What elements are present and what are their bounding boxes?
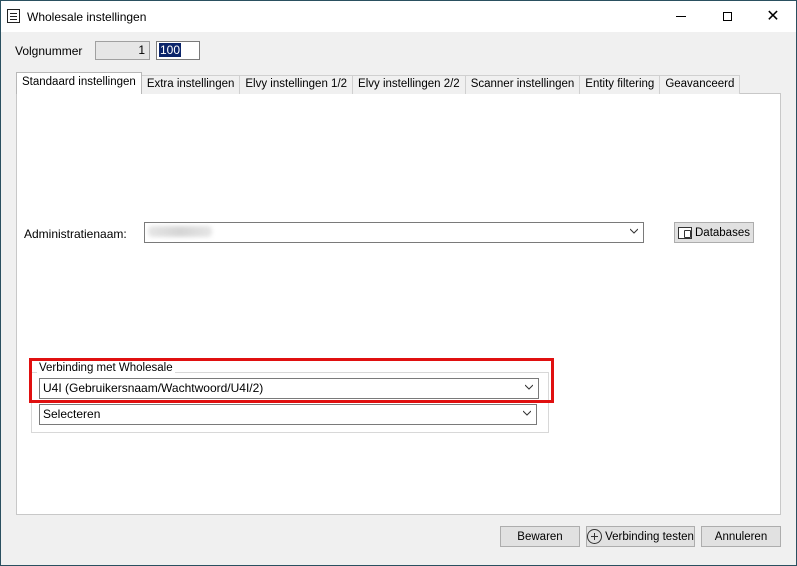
app-icon	[7, 9, 20, 23]
close-icon: ✕	[766, 7, 780, 25]
tab-strip: Standaard instellingen Extra instellinge…	[16, 72, 741, 94]
minimize-icon	[676, 16, 686, 17]
databases-button-label: Databases	[695, 226, 750, 239]
volgnummer-input-value: 100	[159, 43, 182, 57]
wholesale-settings-window: Wholesale instellingen ✕ Volgnummer 1 10…	[0, 0, 797, 566]
select-dropdown[interactable]: Selecteren	[39, 404, 537, 425]
volgnummer-input[interactable]: 100	[156, 41, 200, 60]
title-bar[interactable]: Wholesale instellingen ✕	[1, 1, 796, 32]
connection-type-value: U4I (Gebruikersnaam/Wachtwoord/U4I/2)	[43, 381, 264, 395]
redacted-value	[148, 226, 212, 237]
chevron-down-icon	[523, 410, 531, 416]
administratienaam-dropdown[interactable]	[144, 222, 644, 243]
tab-elvy-instellingen-2[interactable]: Elvy instellingen 2/2	[352, 75, 466, 94]
cancel-button[interactable]: Annuleren	[701, 526, 781, 547]
volgnummer-label: Volgnummer	[15, 44, 83, 58]
chevron-down-icon	[630, 228, 638, 234]
connection-type-dropdown[interactable]: U4I (Gebruikersnaam/Wachtwoord/U4I/2)	[39, 378, 539, 399]
select-dropdown-value: Selecteren	[43, 407, 101, 421]
tab-standaard-instellingen[interactable]: Standaard instellingen	[16, 72, 142, 94]
tab-extra-instellingen[interactable]: Extra instellingen	[140, 75, 241, 94]
administratienaam-label: Administratienaam:	[24, 227, 127, 241]
maximize-button[interactable]	[704, 1, 750, 32]
close-button[interactable]: ✕	[750, 1, 796, 32]
add-circle-icon	[587, 529, 603, 544]
window-title: Wholesale instellingen	[27, 10, 147, 24]
maximize-icon	[722, 12, 732, 21]
database-icon	[678, 226, 692, 239]
verbinding-group-title: Verbinding met Wholesale	[37, 362, 175, 374]
test-connection-button[interactable]: Verbinding testen	[586, 526, 695, 547]
minimize-button[interactable]	[658, 1, 704, 32]
tab-scanner-instellingen[interactable]: Scanner instellingen	[464, 75, 581, 94]
save-button[interactable]: Bewaren	[500, 526, 580, 547]
tab-elvy-instellingen-1[interactable]: Elvy instellingen 1/2	[239, 75, 354, 94]
tab-entity-filtering[interactable]: Entity filtering	[579, 75, 661, 94]
databases-button[interactable]: Databases	[674, 222, 754, 243]
chevron-down-icon	[525, 384, 533, 390]
tab-panel-standaard	[16, 93, 781, 515]
test-connection-label: Verbinding testen	[605, 530, 694, 543]
volgnummer-readonly-field: 1	[95, 41, 150, 60]
tab-geavanceerd[interactable]: Geavanceerd	[659, 75, 741, 94]
